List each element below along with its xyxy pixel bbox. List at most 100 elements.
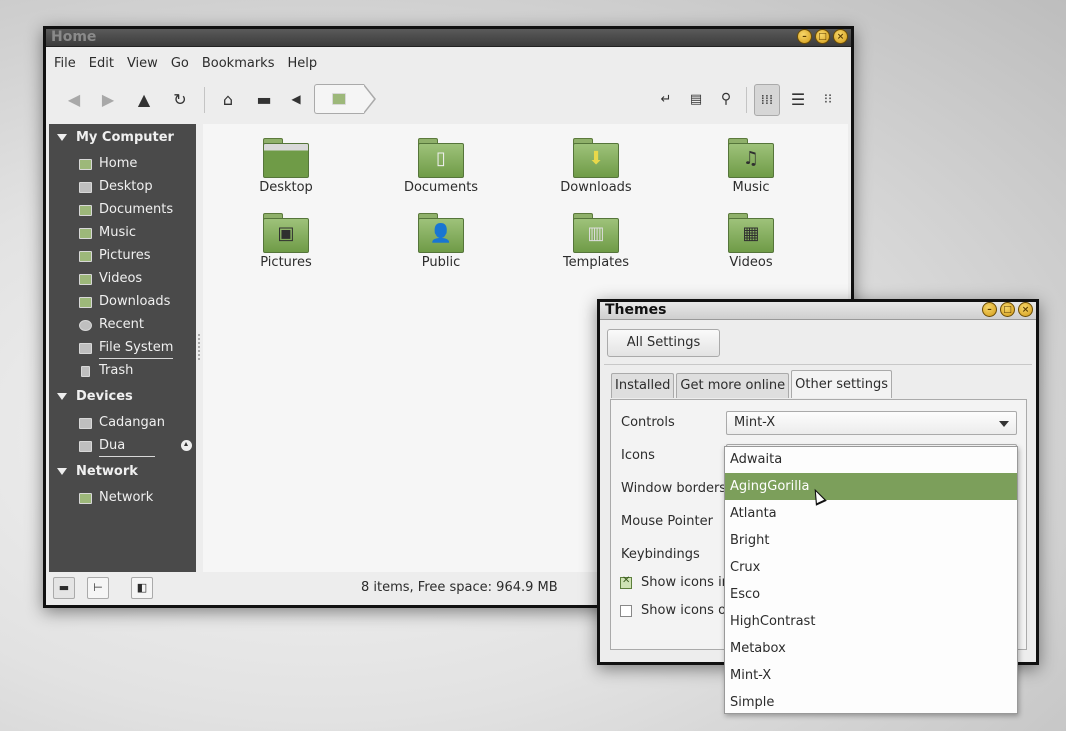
sidebar-item-home[interactable]: Home bbox=[79, 154, 137, 174]
new-folder-icon[interactable]: ▤ bbox=[684, 87, 708, 111]
file-item-desktop[interactable]: Desktop bbox=[236, 138, 336, 195]
file-item-music[interactable]: ♫ Music bbox=[701, 138, 801, 195]
sidebar-item-recent[interactable]: Recent bbox=[79, 315, 144, 335]
icons-label: Icons bbox=[621, 448, 655, 463]
keybindings-label: Keybindings bbox=[621, 547, 700, 562]
tab-bar: Installed Get more online Other settings bbox=[611, 370, 894, 398]
option-bright[interactable]: Bright bbox=[725, 527, 1017, 554]
option-highcontrast[interactable]: HighContrast bbox=[725, 608, 1017, 635]
show-icons-on-checkbox[interactable] bbox=[620, 605, 632, 617]
option-atlanta[interactable]: Atlanta bbox=[725, 500, 1017, 527]
file-manager-titlebar[interactable]: Home – □ × bbox=[46, 29, 851, 47]
option-esco[interactable]: Esco bbox=[725, 581, 1017, 608]
tree-toggle-icon[interactable]: ⊢ bbox=[87, 577, 109, 599]
sidebar-header-devices[interactable]: Devices bbox=[57, 389, 133, 404]
chevron-down-icon bbox=[999, 421, 1009, 427]
sidebar-item-network[interactable]: Network bbox=[79, 488, 153, 508]
recent-clock-icon bbox=[79, 319, 92, 331]
tab-get-more-online[interactable]: Get more online bbox=[676, 373, 790, 398]
music-folder-icon: ♫ bbox=[728, 138, 774, 178]
menu-help[interactable]: Help bbox=[287, 56, 317, 71]
sidebar-item-videos[interactable]: Videos bbox=[79, 269, 142, 289]
hide-sidebar-icon[interactable]: ◧ bbox=[131, 577, 153, 599]
sidebar-item-music[interactable]: Music bbox=[79, 223, 136, 243]
menu-edit[interactable]: Edit bbox=[89, 56, 114, 71]
show-icons-in-label: Show icons in bbox=[641, 575, 730, 590]
themes-titlebar[interactable]: Themes – □ × bbox=[600, 302, 1036, 320]
downloads-folder-icon: ⬇ bbox=[573, 138, 619, 178]
minimize-icon[interactable]: – bbox=[797, 29, 812, 44]
menu-bar: File Edit View Go Bookmarks Help bbox=[46, 49, 851, 77]
desktop-folder-icon bbox=[263, 138, 309, 178]
mouse-pointer-label: Mouse Pointer bbox=[621, 514, 713, 529]
icons-dropdown-list: Adwaita AgingGorilla Atlanta Bright Crux… bbox=[724, 446, 1018, 714]
up-arrow-icon[interactable]: ▲ bbox=[132, 87, 156, 111]
file-item-pictures[interactable]: ▣ Pictures bbox=[236, 213, 336, 270]
controls-select[interactable]: Mint-X bbox=[726, 411, 1017, 435]
back-arrow-icon[interactable]: ◀ bbox=[62, 87, 86, 111]
downloads-folder-icon bbox=[79, 296, 92, 308]
home-folder-icon bbox=[332, 93, 346, 105]
option-aginggorilla[interactable]: AgingGorilla bbox=[725, 473, 1017, 500]
compact-view-icon[interactable]: ⁝⁝ bbox=[816, 87, 840, 111]
sidebar-item-dua[interactable]: Dua bbox=[79, 436, 156, 457]
sidebar-item-documents[interactable]: Documents bbox=[79, 200, 173, 220]
file-item-templates[interactable]: ▥ Templates bbox=[546, 213, 646, 270]
eject-icon[interactable] bbox=[181, 440, 192, 451]
sidebar-item-pictures[interactable]: Pictures bbox=[79, 246, 150, 266]
places-toggle-icon[interactable]: ▬ bbox=[53, 577, 75, 599]
sidebar-item-desktop[interactable]: Desktop bbox=[79, 177, 153, 197]
tab-installed[interactable]: Installed bbox=[611, 373, 675, 398]
maximize-icon[interactable]: □ bbox=[815, 29, 830, 44]
close-icon[interactable]: × bbox=[1018, 302, 1033, 317]
controls-label: Controls bbox=[621, 415, 675, 430]
forward-arrow-icon[interactable]: ▶ bbox=[96, 87, 120, 111]
file-item-downloads[interactable]: ⬇ Downloads bbox=[546, 138, 646, 195]
file-item-documents[interactable]: ▯ Documents bbox=[391, 138, 491, 195]
drive-icon bbox=[79, 417, 92, 429]
maximize-icon[interactable]: □ bbox=[1000, 302, 1015, 317]
tab-other-settings[interactable]: Other settings bbox=[791, 370, 893, 398]
option-mint-x[interactable]: Mint-X bbox=[725, 662, 1017, 689]
icon-view-icon[interactable]: ⁞⁞⁞ bbox=[754, 84, 780, 116]
sidebar-item-downloads[interactable]: Downloads bbox=[79, 292, 170, 312]
trash-icon bbox=[81, 365, 90, 377]
show-icons-on-label: Show icons on bbox=[641, 603, 735, 618]
sidebar-resize-handle[interactable] bbox=[198, 334, 202, 360]
sidebar-item-cadangan[interactable]: Cadangan bbox=[79, 413, 165, 433]
menu-file[interactable]: File bbox=[54, 56, 76, 71]
toolbar: ◀ ▶ ▲ ↻ ⌂ ▬ ◀ ↵ ▤ ⚲ ⁞⁞⁞ ☰ ⁝⁝ bbox=[46, 79, 851, 121]
show-icons-in-checkbox[interactable] bbox=[620, 575, 632, 589]
sidebar-header-my-computer[interactable]: My Computer bbox=[57, 130, 174, 145]
sidebar-item-file-system[interactable]: File System bbox=[79, 338, 174, 359]
menu-go[interactable]: Go bbox=[171, 56, 189, 71]
file-item-videos[interactable]: ▦ Videos bbox=[701, 213, 801, 270]
public-folder-icon: 👤 bbox=[418, 213, 464, 253]
computer-icon[interactable]: ▬ bbox=[252, 87, 276, 111]
reload-icon[interactable]: ↻ bbox=[168, 87, 192, 111]
sidebar-header-network[interactable]: Network bbox=[57, 464, 138, 479]
pictures-folder-icon bbox=[79, 250, 92, 262]
path-left-icon[interactable]: ◀ bbox=[284, 87, 308, 111]
toggle-location-icon[interactable]: ↵ bbox=[654, 87, 678, 111]
menu-view[interactable]: View bbox=[127, 56, 158, 71]
search-icon[interactable]: ⚲ bbox=[714, 87, 738, 111]
sidebar: My Computer Home Desktop Documents Music… bbox=[49, 124, 196, 572]
all-settings-button[interactable]: All Settings bbox=[607, 329, 720, 357]
documents-folder-icon bbox=[79, 204, 92, 216]
option-crux[interactable]: Crux bbox=[725, 554, 1017, 581]
window-borders-label: Window borders bbox=[621, 481, 727, 496]
menu-bookmarks[interactable]: Bookmarks bbox=[202, 56, 275, 71]
list-view-icon[interactable]: ☰ bbox=[786, 87, 810, 111]
drive-icon bbox=[79, 342, 92, 354]
home-icon[interactable]: ⌂ bbox=[216, 87, 240, 111]
path-home-button[interactable] bbox=[314, 84, 364, 114]
option-metabox[interactable]: Metabox bbox=[725, 635, 1017, 662]
close-icon[interactable]: × bbox=[833, 29, 848, 44]
option-adwaita[interactable]: Adwaita bbox=[725, 446, 1017, 473]
minimize-icon[interactable]: – bbox=[982, 302, 997, 317]
desktop-icon bbox=[79, 181, 92, 193]
sidebar-item-trash[interactable]: Trash bbox=[79, 361, 133, 381]
option-simple[interactable]: Simple bbox=[725, 689, 1017, 716]
file-item-public[interactable]: 👤 Public bbox=[391, 213, 491, 270]
